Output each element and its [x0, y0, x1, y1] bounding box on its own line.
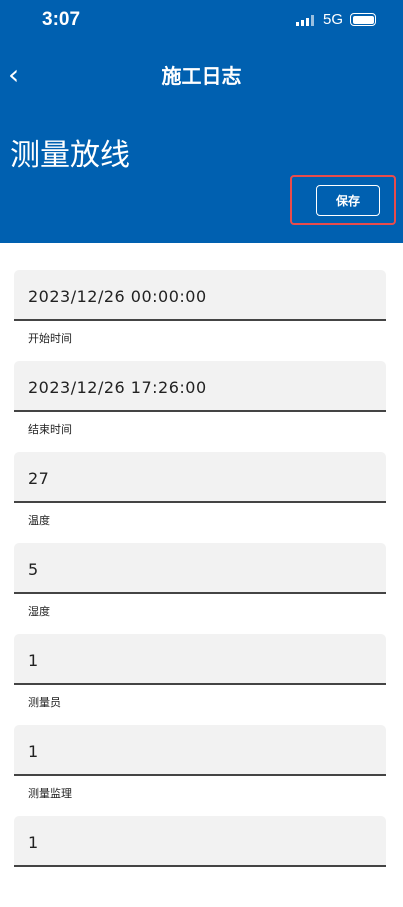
battery-icon	[350, 13, 376, 26]
field-input[interactable]: 1	[14, 634, 386, 685]
field-input[interactable]: 27	[14, 452, 386, 503]
field-input[interactable]: 2023/12/26 17:26:00	[14, 361, 386, 412]
field-input[interactable]: 2023/12/26 00:00:00	[14, 270, 386, 321]
page-title: 测量放线	[10, 138, 130, 173]
field-label: 测量员	[28, 696, 61, 709]
form: 2023/12/26 00:00:00 开始时间 2023/12/26 17:26:…	[14, 270, 386, 907]
header: 3:07 5G ‹ 施工日志 测量放线 保存	[0, 0, 403, 243]
field-label: 测量监理	[28, 787, 72, 800]
field-label: 温度	[28, 514, 50, 527]
form-field: 1	[14, 816, 386, 907]
nav-title: 施工日志	[161, 64, 242, 88]
form-field: 5 湿度	[14, 543, 386, 634]
field-label: 结束时间	[28, 423, 72, 436]
save-button[interactable]: 保存	[316, 185, 380, 216]
field-label	[14, 867, 386, 876]
field-label: 湿度	[28, 605, 50, 618]
field-input[interactable]: 1	[14, 816, 386, 867]
field-input[interactable]: 5	[14, 543, 386, 594]
form-field: 27 温度	[14, 452, 386, 543]
form-field: 2023/12/26 17:26:00 结束时间	[14, 361, 386, 452]
network-label: 5G	[323, 11, 344, 28]
form-field: 2023/12/26 00:00:00 开始时间	[14, 270, 386, 361]
status-time: 3:07	[42, 9, 81, 30]
form-field: 1 测量监理	[14, 725, 386, 816]
form-field: 1 测量员	[14, 634, 386, 725]
signal-icon	[296, 15, 314, 26]
field-input[interactable]: 1	[14, 725, 386, 776]
field-label: 开始时间	[28, 332, 72, 345]
